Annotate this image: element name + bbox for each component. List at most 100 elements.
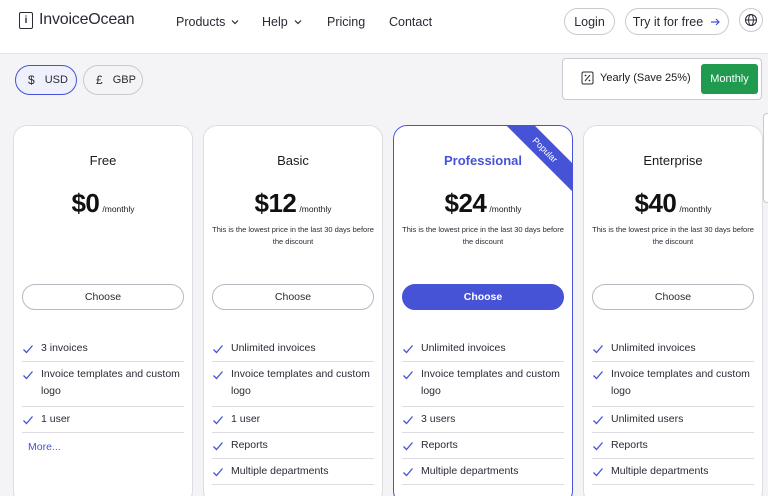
check-icon — [23, 345, 33, 354]
yearly-label: Yearly (Save 25%) — [600, 72, 691, 84]
dollar-icon: $ — [28, 73, 35, 87]
percent-tag-icon — [581, 71, 594, 85]
monthly-option[interactable]: Monthly — [701, 64, 758, 94]
feature-text: 1 user — [231, 413, 261, 425]
feature-item: Multiple departments — [212, 459, 374, 485]
more-link[interactable]: More... — [22, 433, 184, 453]
feature-item: Reports — [402, 433, 564, 459]
scrollbar[interactable] — [763, 113, 768, 203]
try-free-label: Try it for free — [632, 14, 704, 29]
feature-item: Invoice templates and custom logo — [402, 362, 564, 407]
pound-icon: £ — [96, 73, 103, 87]
choose-label: Choose — [84, 291, 122, 303]
plan-card-free: Free $0 /monthly Choose 3 invoices Invoi… — [13, 125, 193, 496]
feature-item: Multiple departments — [592, 459, 754, 485]
feature-text: Unlimited users — [611, 413, 684, 425]
feature-text: Invoice templates and custom logo — [611, 368, 750, 397]
feature-text: Reports — [231, 439, 268, 451]
feature-text: 3 users — [421, 413, 456, 425]
feature-text: Invoice templates and custom logo — [41, 368, 180, 397]
choose-label: Choose — [274, 291, 312, 303]
feature-item: Reports — [212, 433, 374, 459]
choose-button[interactable]: Choose — [402, 284, 564, 310]
top-navbar: i InvoiceOcean Products Help Pricing Con… — [0, 0, 768, 54]
login-label: Login — [574, 14, 605, 29]
logo[interactable]: i InvoiceOcean — [19, 11, 135, 29]
choose-button[interactable]: Choose — [22, 284, 184, 310]
choose-label: Choose — [654, 291, 692, 303]
try-free-button[interactable]: Try it for free — [625, 8, 729, 35]
choose-button[interactable]: Choose — [212, 284, 374, 310]
feature-text: 3 invoices — [41, 342, 88, 354]
feature-item: 1 user — [212, 407, 374, 433]
feature-text: Invoice templates and custom logo — [231, 368, 370, 397]
feature-text: 1 user — [41, 413, 71, 425]
currency-usd-button[interactable]: $ USD — [15, 65, 77, 95]
check-icon — [23, 416, 33, 425]
yearly-option[interactable]: Yearly (Save 25%) — [581, 71, 691, 85]
language-button[interactable] — [739, 8, 763, 32]
plan-period: /monthly — [489, 204, 522, 214]
feature-text: Unlimited invoices — [611, 342, 696, 354]
check-icon — [403, 371, 413, 380]
price-note: This is the lowest price in the last 30 … — [402, 225, 564, 246]
price-note: This is the lowest price in the last 30 … — [212, 225, 374, 246]
price-note: This is the lowest price in the last 30 … — [592, 225, 754, 246]
check-icon — [403, 442, 413, 451]
check-icon — [213, 416, 223, 425]
monthly-label: Monthly — [710, 73, 749, 85]
nav-pricing-label: Pricing — [327, 15, 366, 29]
feature-text: Multiple departments — [231, 465, 329, 477]
feature-list: Unlimited invoices Invoice templates and… — [592, 336, 754, 485]
plan-period: /monthly — [679, 204, 712, 214]
plan-card-basic: Basic $12 /monthly This is the lowest pr… — [203, 125, 383, 496]
feature-text: Reports — [611, 439, 648, 451]
check-icon — [403, 345, 413, 354]
price-row: $40 /monthly — [584, 188, 762, 219]
login-button[interactable]: Login — [564, 8, 615, 35]
feature-text: Multiple departments — [611, 465, 709, 477]
feature-item: 3 invoices — [22, 336, 184, 362]
plan-period: /monthly — [299, 204, 332, 214]
feature-item: Unlimited invoices — [592, 336, 754, 362]
check-icon — [403, 416, 413, 425]
logo-icon: i — [19, 11, 33, 29]
feature-text: Invoice templates and custom logo — [421, 368, 560, 397]
currency-usd-label: USD — [44, 74, 68, 86]
check-icon — [593, 371, 603, 380]
feature-text: Multiple departments — [421, 465, 519, 477]
plan-name: Basic — [277, 153, 309, 168]
plan-name: Free — [89, 153, 117, 168]
nav-contact[interactable]: Contact — [389, 14, 432, 30]
feature-item: Multiple departments — [402, 459, 564, 485]
feature-text: Unlimited invoices — [231, 342, 316, 354]
check-icon — [593, 345, 603, 354]
feature-text: Reports — [421, 439, 458, 451]
nav-pricing[interactable]: Pricing — [327, 14, 365, 30]
plan-price: $24 — [444, 188, 487, 218]
feature-item: 3 users — [402, 407, 564, 433]
choose-button[interactable]: Choose — [592, 284, 754, 310]
billing-toggle: Yearly (Save 25%) Monthly — [562, 58, 762, 100]
nav-help[interactable]: Help — [262, 14, 304, 30]
currency-gbp-button[interactable]: £ GBP — [83, 65, 143, 95]
plan-period: /monthly — [102, 204, 135, 214]
check-icon — [403, 468, 413, 477]
nav-contact-label: Contact — [389, 15, 433, 29]
price-row: $0 /monthly — [14, 188, 192, 219]
check-icon — [213, 442, 223, 451]
feature-item: Reports — [592, 433, 754, 459]
nav-products[interactable]: Products — [176, 14, 241, 30]
plan-name: Enterprise — [643, 153, 703, 168]
feature-item: Invoice templates and custom logo — [22, 362, 184, 407]
logo-text: InvoiceOcean — [39, 11, 135, 28]
plan-card-professional: Popular Professional $24 /monthly This i… — [393, 125, 573, 496]
globe-icon — [745, 14, 757, 26]
plan-price: $12 — [254, 188, 297, 218]
feature-item: Unlimited invoices — [212, 336, 374, 362]
nav-products-label: Products — [176, 15, 226, 29]
check-icon — [213, 371, 223, 380]
check-icon — [213, 345, 223, 354]
check-icon — [23, 371, 33, 380]
price-row: $12 /monthly — [204, 188, 382, 219]
